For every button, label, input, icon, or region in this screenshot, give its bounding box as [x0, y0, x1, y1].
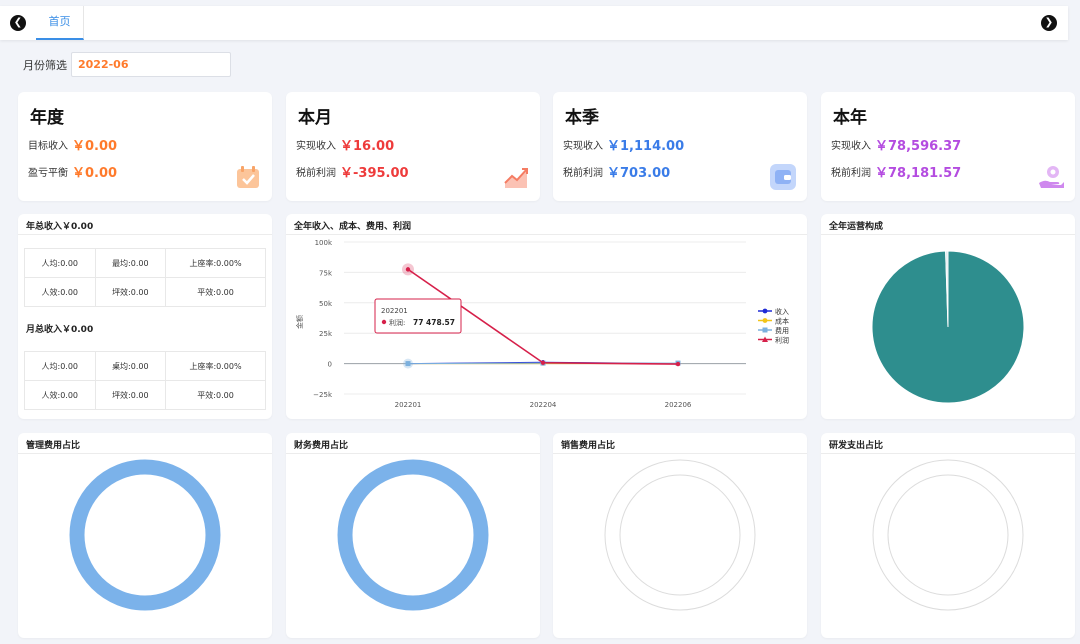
data-point[interactable] — [540, 360, 546, 365]
stat-label: 税前利润 — [831, 168, 871, 179]
stat-value: ￥-395.00 — [340, 166, 409, 181]
line-chart[interactable]: 100k 75k 50k 25k 0 −25k 金额 202201 202204 202206 收入… — [286, 214, 807, 419]
scroll-left-icon[interactable]: ❮ — [10, 15, 26, 31]
stat-label: 实现收入 — [296, 141, 336, 152]
donut-ring[interactable] — [337, 459, 489, 611]
y-tick-label: 75k — [319, 269, 333, 277]
stat-label: 实现收入 — [563, 141, 603, 152]
tab-home[interactable]: 首页 — [36, 6, 84, 40]
stat-value: ￥0.00 — [72, 139, 118, 154]
kpi-cell: 平效:0.00 — [165, 277, 266, 307]
stat-value: ￥16.00 — [340, 139, 395, 154]
month-filter-label: 月份筛选 — [23, 58, 67, 72]
income-panel: 年总收入￥0.00 人均:0.00 最均:0.00 上座率:0.00% 人效:0… — [18, 214, 272, 419]
stat-card-title: 本年 — [833, 108, 867, 128]
donut-panel-sales: 销售费用占比 — [553, 433, 807, 638]
line-chart-panel: 全年收入、成本、费用、利润 100k 75k 50k 25k 0 −25k 金额 202201… — [286, 214, 807, 419]
month-kpi-table: 人均:0.00 桌均:0.00 上座率:0.00% 人效:0.00 坪效:0.0… — [24, 351, 266, 410]
rnd-cost-donut[interactable] — [821, 433, 1075, 638]
wallet-icon — [770, 164, 796, 190]
pie-chart-panel: 全年运营构成 — [821, 214, 1075, 419]
donut-panel-management: 管理费用占比 — [18, 433, 272, 638]
kpi-cell: 上座率:0.00% — [165, 248, 266, 278]
x-tick-label: 202201 — [395, 401, 422, 409]
scroll-right-icon[interactable]: ❯ — [1041, 15, 1057, 31]
chart-tooltip: 202201 利润: 77 478.57 — [374, 298, 462, 334]
kpi-cell: 人效:0.00 — [24, 380, 96, 410]
donut-ring[interactable] — [69, 459, 221, 611]
donut-panel-finance: 财务费用占比 — [286, 433, 540, 638]
stat-card-title: 本月 — [298, 108, 332, 128]
stat-value: ￥78,596.37 — [875, 139, 962, 154]
stat-card-annual: 年度 目标收入 ￥0.00 盈亏平衡 ￥0.00 — [18, 92, 272, 201]
y-axis-label: 金额 — [295, 315, 304, 329]
kpi-cell: 桌均:0.00 — [94, 351, 167, 381]
kpi-cell: 人均:0.00 — [24, 351, 96, 381]
calendar-check-icon — [237, 166, 259, 188]
y-tick-label: 25k — [319, 330, 333, 338]
legend-label[interactable]: 收入 — [775, 307, 789, 316]
empty-donut-outer — [604, 459, 756, 611]
divider — [18, 234, 272, 235]
legend-label[interactable]: 费用 — [775, 326, 789, 335]
management-cost-donut[interactable] — [18, 433, 272, 638]
trend-chart-icon — [504, 168, 528, 188]
tab-bar: ❮ 首页 ❯ — [0, 6, 1068, 40]
empty-donut-outer — [872, 459, 1024, 611]
empty-donut-inner — [619, 474, 741, 596]
y-tick-label: 100k — [315, 239, 333, 247]
stat-card-year: 本年 实现收入 ￥78,596.37 税前利润 ￥78,181.57 — [821, 92, 1075, 201]
month-filter-input[interactable]: 2022-06 — [71, 52, 231, 77]
operating-pie-chart[interactable] — [821, 214, 1075, 419]
kpi-cell: 最均:0.00 — [94, 248, 167, 278]
legend-marker — [762, 327, 768, 333]
y-tick-label: −25k — [313, 391, 333, 399]
kpi-cell: 坪效:0.00 — [94, 380, 167, 410]
stat-value: ￥0.00 — [72, 166, 118, 181]
legend-marker — [762, 318, 768, 323]
legend-label[interactable]: 利润 — [775, 336, 789, 345]
tooltip-marker — [381, 319, 387, 325]
stat-card-quarter: 本季 实现收入 ￥1,114.00 税前利润 ￥703.00 — [553, 92, 807, 201]
month-income-title: 月总收入￥0.00 — [26, 325, 94, 335]
stat-label: 实现收入 — [831, 141, 871, 152]
highlight-halo — [402, 263, 414, 276]
y-tick-label: 0 — [328, 361, 332, 369]
legend-marker — [762, 308, 768, 314]
stat-value: ￥78,181.57 — [875, 166, 962, 181]
hand-coin-icon — [1039, 166, 1064, 188]
stat-label: 盈亏平衡 — [28, 168, 68, 179]
x-tick-label: 202204 — [530, 401, 557, 409]
data-point[interactable] — [675, 361, 681, 367]
stat-label: 目标收入 — [28, 141, 68, 152]
stat-label: 税前利润 — [296, 168, 336, 179]
kpi-cell: 人效:0.00 — [24, 277, 96, 307]
stat-value: ￥1,114.00 — [607, 139, 685, 154]
stat-card-month: 本月 实现收入 ￥16.00 税前利润 ￥-395.00 — [286, 92, 540, 201]
tooltip-title: 202201 — [381, 307, 408, 315]
sales-cost-donut[interactable] — [553, 433, 807, 638]
stat-card-title: 年度 — [30, 108, 64, 128]
annual-income-title: 年总收入￥0.00 — [26, 222, 94, 232]
finance-cost-donut[interactable] — [286, 433, 540, 638]
kpi-cell: 人均:0.00 — [24, 248, 96, 278]
y-tick-label: 50k — [319, 300, 333, 308]
stat-value: ￥703.00 — [607, 166, 671, 181]
month-filter: 月份筛选 2022-06 — [23, 52, 231, 77]
tooltip-box — [374, 298, 462, 334]
x-tick-label: 202206 — [665, 401, 692, 409]
annual-kpi-table: 人均:0.00 最均:0.00 上座率:0.00% 人效:0.00 坪效:0.0… — [24, 248, 266, 307]
highlight-halo — [403, 358, 413, 369]
stat-card-title: 本季 — [565, 108, 599, 128]
empty-donut-inner — [887, 474, 1009, 596]
donut-panel-rnd: 研发支出占比 — [821, 433, 1075, 638]
kpi-cell: 平效:0.00 — [165, 380, 266, 410]
tooltip-value: 77 478.57 — [413, 318, 455, 327]
legend-label[interactable]: 成本 — [775, 317, 789, 326]
kpi-cell: 上座率:0.00% — [165, 351, 266, 381]
stat-label: 税前利润 — [563, 168, 603, 179]
tooltip-label: 利润: — [389, 318, 405, 327]
kpi-cell: 坪效:0.00 — [94, 277, 167, 307]
